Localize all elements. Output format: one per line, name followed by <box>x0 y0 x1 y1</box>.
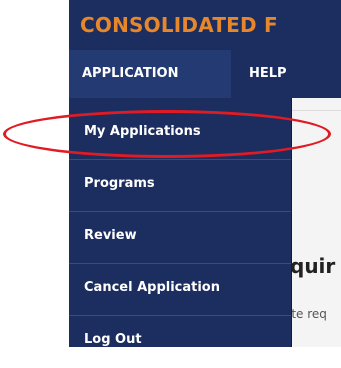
tab-help[interactable]: HELP <box>249 50 287 98</box>
menu-item-label: My Applications <box>84 124 201 139</box>
menu-item-label: Cancel Application <box>84 280 220 295</box>
content-heading: quir <box>290 254 336 278</box>
content-subtext: ite req <box>288 307 327 321</box>
application-dropdown-menu: My Applications Programs Review Cancel A… <box>69 98 292 347</box>
menu-item-label: Programs <box>84 176 155 191</box>
menu-item-my-applications[interactable]: My Applications <box>69 108 291 160</box>
menu-item-review[interactable]: Review <box>69 212 291 264</box>
menu-item-programs[interactable]: Programs <box>69 160 291 212</box>
menubar: APPLICATION HELP <box>69 50 341 98</box>
app-header: CONSOLIDATED F <box>69 0 341 50</box>
menu-item-label: Review <box>84 228 137 243</box>
menu-item-log-out[interactable]: Log Out <box>69 316 291 368</box>
app-title: CONSOLIDATED F <box>80 13 278 37</box>
tab-application[interactable]: APPLICATION <box>69 50 231 98</box>
menu-item-label: Log Out <box>84 332 142 347</box>
menu-item-cancel-application[interactable]: Cancel Application <box>69 264 291 316</box>
